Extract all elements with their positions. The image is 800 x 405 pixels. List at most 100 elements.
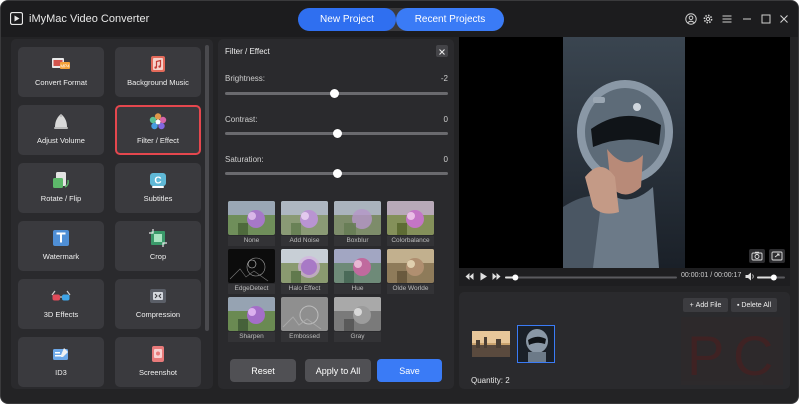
saturation-label: Saturation: (225, 155, 264, 164)
progress-bar[interactable] (505, 274, 677, 281)
app-window: iMyMac Video Converter New Project Recen… (1, 1, 798, 403)
saturation-slider[interactable] (225, 169, 448, 178)
contrast-label: Contrast: (225, 115, 258, 124)
effect-olde-worlde[interactable]: Olde Worlde (387, 249, 434, 295)
effect-thumbnail (387, 201, 434, 235)
tool-label: ID3 (55, 368, 67, 377)
tool-label: Background Music (127, 78, 189, 87)
convert-format-icon: MP4 (52, 58, 70, 69)
fullscreen-button[interactable] (769, 249, 785, 263)
effect-thumbnail (334, 201, 381, 235)
effect-label: Hue (334, 284, 381, 294)
app-logo-icon (10, 12, 23, 25)
camera-icon (751, 251, 763, 261)
effect-label: Colorbalance (387, 236, 434, 246)
add-file-button[interactable]: + Add File (683, 298, 728, 312)
slider-thumb[interactable] (332, 169, 342, 178)
tool-background-music[interactable]: Background Music (115, 47, 201, 97)
effect-label: Olde Worlde (387, 284, 434, 294)
close-window-icon[interactable] (778, 13, 790, 25)
effect-hue[interactable]: Hue (334, 249, 381, 295)
minimize-icon[interactable] (741, 13, 753, 25)
video-preview[interactable] (459, 37, 790, 268)
volume-thumb[interactable] (770, 274, 777, 281)
effect-thumbnail (281, 249, 328, 283)
tool-label: Adjust Volume (37, 136, 85, 145)
delete-all-button[interactable]: ▪ Delete All (731, 298, 777, 312)
tool-3d-effects[interactable]: 3D Effects (18, 279, 104, 329)
new-project-tab[interactable]: New Project (298, 8, 396, 31)
effect-thumbnail (387, 249, 434, 283)
effect-colorbalance[interactable]: Colorbalance (387, 201, 434, 247)
fast-forward-icon[interactable] (492, 272, 501, 281)
effect-boxblur[interactable]: Boxblur (334, 201, 381, 247)
rewind-icon[interactable] (465, 272, 474, 281)
tool-adjust-volume[interactable]: Adjust Volume (18, 105, 104, 155)
effect-sharpen[interactable]: Sharpen (228, 297, 275, 343)
save-button[interactable]: Save (377, 359, 442, 382)
effect-halo-effect[interactable]: Halo Effect (281, 249, 328, 295)
saturation-value: 0 (443, 155, 448, 164)
effect-edgedetect[interactable]: EdgeDetect (228, 249, 275, 295)
tool-label: Convert Format (34, 78, 88, 87)
maximize-icon[interactable] (760, 13, 772, 25)
tool-compression[interactable]: Compression (115, 279, 201, 329)
file-list-panel: + Add File ▪ Delete All Quantity: 2 P C (459, 292, 790, 389)
slider-thumb[interactable] (332, 129, 342, 138)
close-panel-button[interactable] (436, 45, 448, 57)
tool-convert-format[interactable]: MP4 Convert Format (18, 47, 104, 97)
tool-label: Crop (149, 252, 167, 261)
3d-glasses-icon (51, 290, 71, 301)
brightness-label: Brightness: (225, 74, 266, 83)
apply-to-all-button[interactable]: Apply to All (305, 359, 371, 382)
time-display: 00:00:01 / 00:00:17 (681, 272, 742, 279)
preview-frame (563, 37, 685, 268)
volume-speaker-icon[interactable] (745, 272, 755, 281)
effect-add-noise[interactable]: Add Noise (281, 201, 328, 247)
effect-embossed[interactable]: Embossed (281, 297, 328, 343)
effect-gray[interactable]: Gray (334, 297, 381, 343)
svg-text:C: C (154, 176, 161, 187)
slider-thumb[interactable] (330, 89, 340, 98)
file-thumbnail-2-selected[interactable] (517, 325, 555, 363)
fullscreen-icon (771, 251, 783, 261)
contrast-slider[interactable] (225, 129, 448, 138)
reset-button[interactable]: Reset (230, 359, 296, 382)
tool-screenshot[interactable]: Screenshot (115, 337, 201, 387)
menu-icon[interactable] (721, 13, 733, 25)
effect-thumbnail (228, 297, 275, 331)
tools-scrollbar[interactable] (205, 45, 209, 331)
effect-none[interactable]: None (228, 201, 275, 247)
tool-label: Rotate / Flip (40, 194, 82, 203)
effect-thumbnail (334, 249, 381, 283)
volume-icon (54, 114, 68, 129)
add-file-label: Add File (695, 301, 722, 309)
tool-watermark[interactable]: Watermark (18, 221, 104, 271)
quantity-label: Quantity: 2 (471, 376, 510, 385)
recent-projects-tab[interactable]: Recent Projects (396, 8, 504, 31)
effect-thumbnail (281, 201, 328, 235)
tool-label: Screenshot (139, 368, 177, 377)
snapshot-button[interactable] (749, 249, 765, 263)
filter-icon (149, 113, 167, 130)
tool-rotate-flip[interactable]: Rotate / Flip (18, 163, 104, 213)
file-thumbnail-1[interactable] (472, 325, 510, 363)
crop-icon (149, 229, 167, 247)
play-icon[interactable] (479, 272, 488, 281)
tools-panel: MP4 Convert Format Background Music Adju… (11, 39, 213, 389)
music-icon (151, 56, 165, 72)
tool-crop[interactable]: Crop (115, 221, 201, 271)
user-icon[interactable] (685, 13, 697, 25)
effect-label: Halo Effect (281, 284, 328, 294)
volume-slider[interactable] (757, 274, 785, 281)
progress-thumb[interactable] (512, 274, 519, 281)
settings-gear-icon[interactable] (702, 13, 714, 25)
watermark-icon (53, 230, 69, 246)
tool-subtitles[interactable]: C Subtitles (115, 163, 201, 213)
brightness-slider[interactable] (225, 89, 448, 98)
effect-thumbnail (228, 201, 275, 235)
tool-id3[interactable]: ID3 (18, 337, 104, 387)
tool-filter-effect[interactable]: Filter / Effect (115, 105, 201, 155)
tool-label: Watermark (42, 252, 80, 261)
astronaut-thumbnail (518, 326, 554, 362)
